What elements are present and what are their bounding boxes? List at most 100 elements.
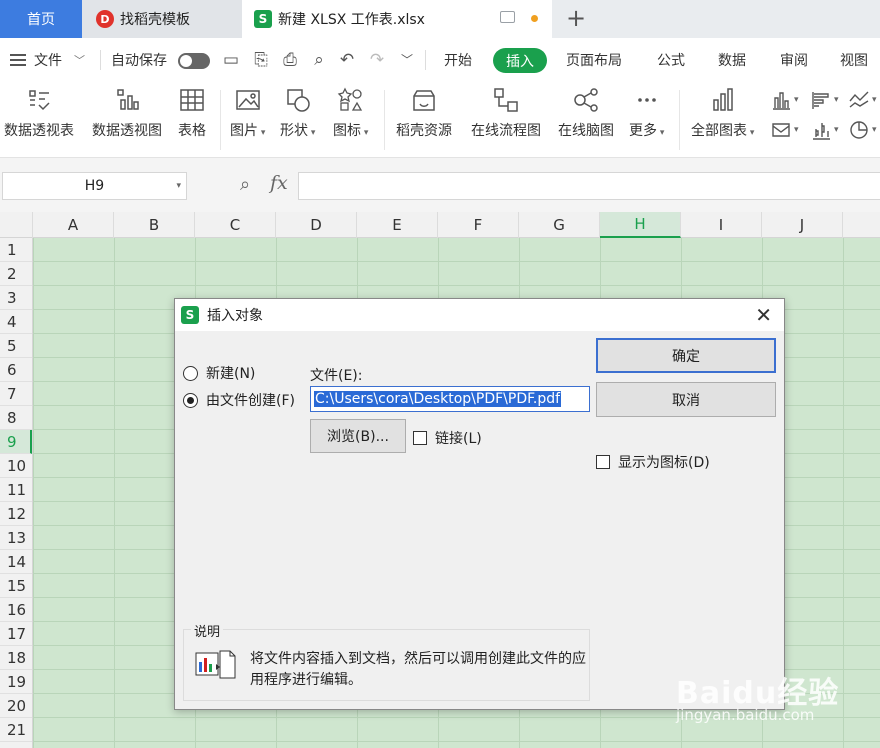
row-header[interactable]: 10 (0, 454, 32, 478)
row-header[interactable]: 3 (0, 286, 32, 310)
baidu-watermark: Baidu经验 jingyan.baidu.com (676, 650, 876, 730)
more-button[interactable]: 更多 ▾ (629, 86, 664, 140)
row-header[interactable]: 20 (0, 694, 32, 718)
file-menu[interactable]: 文件 ﹀ (10, 38, 85, 82)
cancel-button[interactable]: 取消 (596, 382, 776, 417)
redo-icon[interactable]: ↷ (367, 50, 387, 70)
insert-ribbon: 数据透视表 数据透视图 表格 图片 ▾ 形状 ▾ 图标 ▾ 稻壳资源 在线流程图… (0, 82, 880, 158)
print-icon[interactable]: ⎙ (280, 50, 300, 70)
column-header[interactable]: I (681, 212, 762, 238)
row-header[interactable]: 6 (0, 358, 32, 382)
row-header[interactable]: 11 (0, 478, 32, 502)
column-header[interactable]: A (33, 212, 114, 238)
browse-button[interactable]: 浏览(B)... (310, 419, 406, 453)
monitor-icon[interactable] (500, 11, 515, 23)
file-menu-label: 文件 (34, 53, 62, 69)
row-header[interactable]: 21 (0, 718, 32, 742)
row-header[interactable]: 16 (0, 598, 32, 622)
row-header[interactable]: 15 (0, 574, 32, 598)
print-preview-icon[interactable]: ⌕ (309, 50, 329, 70)
row-header-selected[interactable]: 9 (0, 430, 32, 454)
table-button[interactable]: 表格 (178, 86, 206, 140)
tab-review[interactable]: 审阅 (780, 38, 808, 82)
row-header[interactable]: 8 (0, 406, 32, 430)
column-header[interactable]: E (357, 212, 438, 238)
all-charts-button[interactable]: 全部图表 ▾ (691, 86, 754, 140)
column-header[interactable]: G (519, 212, 600, 238)
pie-chart-icon[interactable]: ▾ (848, 118, 880, 142)
column-header[interactable]: C (195, 212, 276, 238)
title-tab-bar: 首页 D 找稻壳模板 S 新建 XLSX 工作表.xlsx + (0, 0, 880, 38)
function-fx-icon[interactable]: fx (270, 172, 288, 194)
name-box[interactable]: H9 ▾ (2, 172, 187, 200)
row-header[interactable]: 14 (0, 550, 32, 574)
pivot-table-button[interactable]: 数据透视表 (4, 86, 74, 140)
customize-dropdown-icon[interactable]: ﹀ (397, 50, 417, 70)
area-chart-icon[interactable]: ▾ (770, 118, 802, 142)
tab-start[interactable]: 开始 (444, 38, 472, 82)
column-chart-icon[interactable]: ▾ (770, 88, 802, 112)
picture-button[interactable]: 图片 ▾ (230, 86, 265, 140)
stock-chart-icon[interactable]: ▾ (810, 118, 842, 142)
line-chart-icon[interactable]: ▾ (848, 88, 880, 112)
file-path-input[interactable]: C:\Users\cora\Desktop\PDF\PDF.pdf (310, 386, 590, 412)
icon-button[interactable]: 图标 ▾ (333, 86, 368, 140)
column-header-selected[interactable]: H (600, 212, 681, 238)
column-header[interactable]: D (276, 212, 357, 238)
mindmap-label: 在线脑图 (558, 123, 614, 139)
tab-page-layout[interactable]: 页面布局 (566, 38, 622, 82)
row-header[interactable]: 2 (0, 262, 32, 286)
watermark-url: jingyan.baidu.com (676, 706, 815, 724)
autosave-toggle[interactable] (178, 53, 210, 69)
flowchart-button[interactable]: 在线流程图 (471, 86, 541, 140)
undo-icon[interactable]: ↶ (337, 50, 357, 70)
row-header[interactable]: 18 (0, 646, 32, 670)
tab-daoke-templates[interactable]: D 找稻壳模板 (82, 0, 242, 38)
row-header[interactable]: 12 (0, 502, 32, 526)
link-checkbox[interactable]: 链接(L) (413, 428, 482, 448)
radio-create-new[interactable]: 新建(N) (183, 363, 255, 383)
export-icon[interactable]: ⎘ (251, 50, 271, 70)
row-header[interactable]: 17 (0, 622, 32, 646)
flowchart-label: 在线流程图 (471, 123, 541, 139)
show-as-icon-checkbox[interactable]: 显示为图标(D) (596, 452, 710, 472)
new-tab-plus-icon[interactable]: + (566, 4, 586, 32)
bar-horizontal-chart-icon[interactable]: ▾ (810, 88, 842, 112)
row-header[interactable]: 1 (0, 238, 32, 262)
row-header[interactable]: 19 (0, 670, 32, 694)
link-checkbox-label: 链接(L) (435, 431, 482, 447)
daoke-resource-button[interactable]: 稻壳资源 (396, 86, 452, 140)
pivot-table-label: 数据透视表 (4, 123, 74, 139)
formula-bar: H9 ▾ ⌕ fx (0, 158, 880, 212)
icons-library-icon (337, 86, 365, 114)
table-label: 表格 (178, 123, 206, 139)
select-all-corner[interactable] (0, 212, 33, 238)
zoom-search-icon[interactable]: ⌕ (240, 174, 250, 195)
row-header[interactable]: 5 (0, 334, 32, 358)
save-icon[interactable]: ▭ (221, 50, 241, 70)
pivot-chart-button[interactable]: 数据透视图 (92, 86, 162, 140)
picture-label: 图片 ▾ (230, 123, 266, 139)
mindmap-button[interactable]: 在线脑图 (558, 86, 614, 140)
tab-data[interactable]: 数据 (718, 38, 746, 82)
spreadsheet-logo-icon: S (254, 10, 272, 28)
row-header[interactable]: 7 (0, 382, 32, 406)
close-icon[interactable]: ✕ (755, 303, 772, 327)
radio-create-from-file[interactable]: 由文件创建(F) (183, 390, 295, 410)
unsaved-dot-icon (531, 15, 538, 22)
column-header[interactable]: F (438, 212, 519, 238)
column-header[interactable] (843, 212, 880, 238)
row-header[interactable]: 13 (0, 526, 32, 550)
tab-formulas[interactable]: 公式 (657, 38, 685, 82)
shape-button[interactable]: 形状 ▾ (280, 86, 315, 140)
ok-button[interactable]: 确定 (596, 338, 776, 373)
more-label: 更多 ▾ (629, 123, 665, 139)
tab-insert[interactable]: 插入 (493, 48, 547, 73)
column-header[interactable]: B (114, 212, 195, 238)
insert-object-result-icon (195, 647, 237, 681)
tab-view[interactable]: 视图 (840, 38, 868, 82)
formula-input[interactable] (298, 172, 880, 200)
row-header[interactable]: 4 (0, 310, 32, 334)
column-header[interactable]: J (762, 212, 843, 238)
tab-home[interactable]: 首页 (0, 0, 82, 38)
